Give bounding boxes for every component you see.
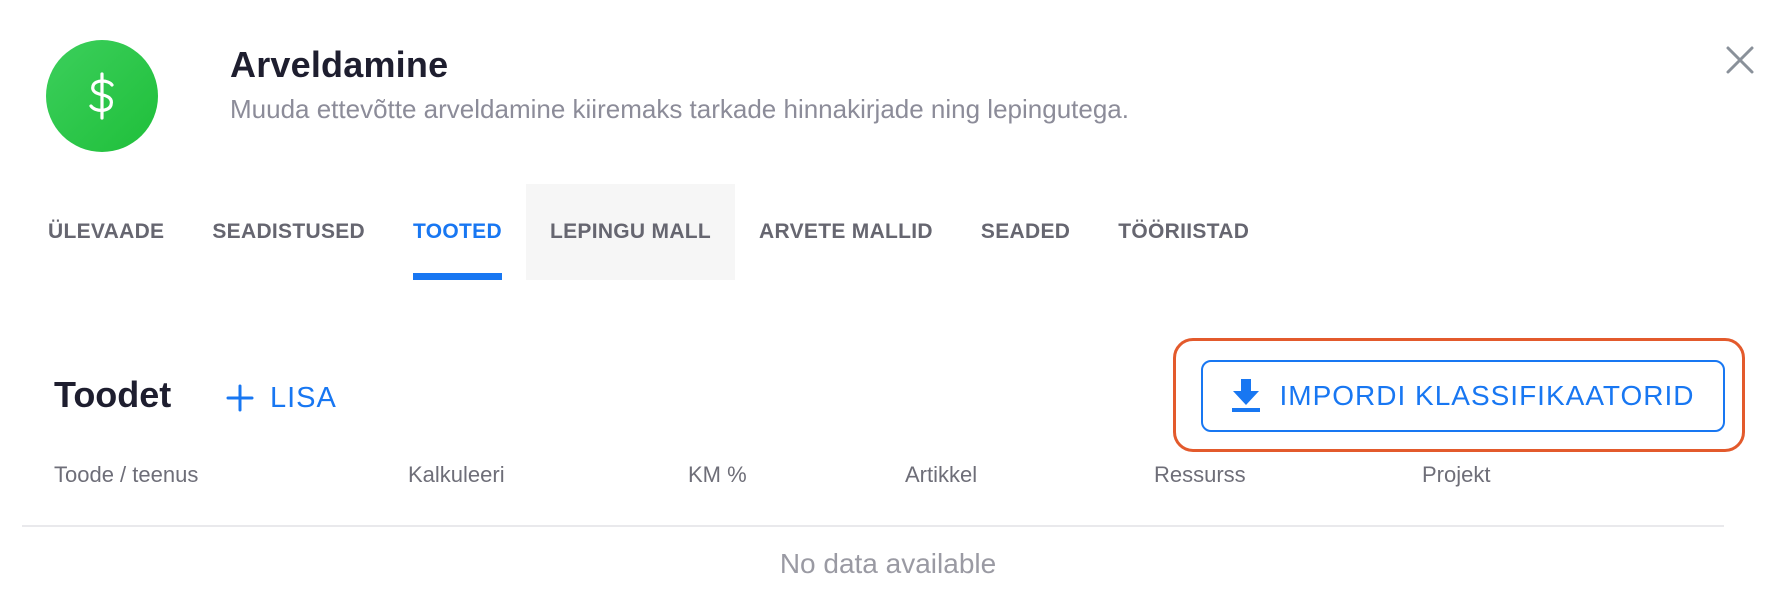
- tab-seadistused[interactable]: SEADISTUSED: [188, 184, 389, 280]
- plus-icon: [226, 384, 254, 412]
- empty-state-text: No data available: [779, 548, 997, 579]
- table-divider: [22, 525, 1724, 527]
- download-icon: [1232, 379, 1261, 412]
- column-header-vat[interactable]: KM %: [688, 462, 747, 488]
- close-icon: [1726, 46, 1754, 74]
- tab-seaded[interactable]: SEADED: [957, 184, 1094, 280]
- import-classifiers-button[interactable]: IMPORDI KLASSIFIKAATORID: [1201, 360, 1725, 432]
- column-header-article[interactable]: Artikkel: [905, 462, 977, 488]
- tab-bar: ÜLEVAADE SEADISTUSED TOOTED LEPINGU MALL…: [24, 184, 1273, 280]
- billing-app-icon: [46, 40, 158, 152]
- tab-ulevaade[interactable]: ÜLEVAADE: [24, 184, 188, 280]
- tab-arvete-mallid[interactable]: ARVETE MALLID: [735, 184, 957, 280]
- column-header-resource[interactable]: Ressurss: [1154, 462, 1246, 488]
- add-button-label: LISA: [270, 381, 337, 414]
- import-button-label: IMPORDI KLASSIFIKAATORID: [1279, 380, 1695, 411]
- section-title: Toodet: [54, 374, 172, 415]
- column-header-project[interactable]: Projekt: [1422, 462, 1490, 488]
- dollar-icon: [89, 72, 114, 120]
- tab-tooriistad[interactable]: TÖÖRIISTAD: [1094, 184, 1273, 280]
- add-product-button[interactable]: LISA: [226, 376, 337, 420]
- table-header: Toode / teenus Kalkuleeri KM % Artikkel …: [54, 462, 1724, 494]
- page-subtitle: Muuda ettevõtte arveldamine kiiremaks ta…: [230, 94, 1129, 124]
- column-header-product[interactable]: Toode / teenus: [54, 462, 198, 488]
- tab-lepingu-mall[interactable]: LEPINGU MALL: [525, 184, 736, 280]
- page-title: Arveldamine: [230, 44, 449, 85]
- close-button[interactable]: [1722, 42, 1758, 78]
- tab-tooted[interactable]: TOOTED: [389, 184, 526, 280]
- column-header-calculate[interactable]: Kalkuleeri: [408, 462, 505, 488]
